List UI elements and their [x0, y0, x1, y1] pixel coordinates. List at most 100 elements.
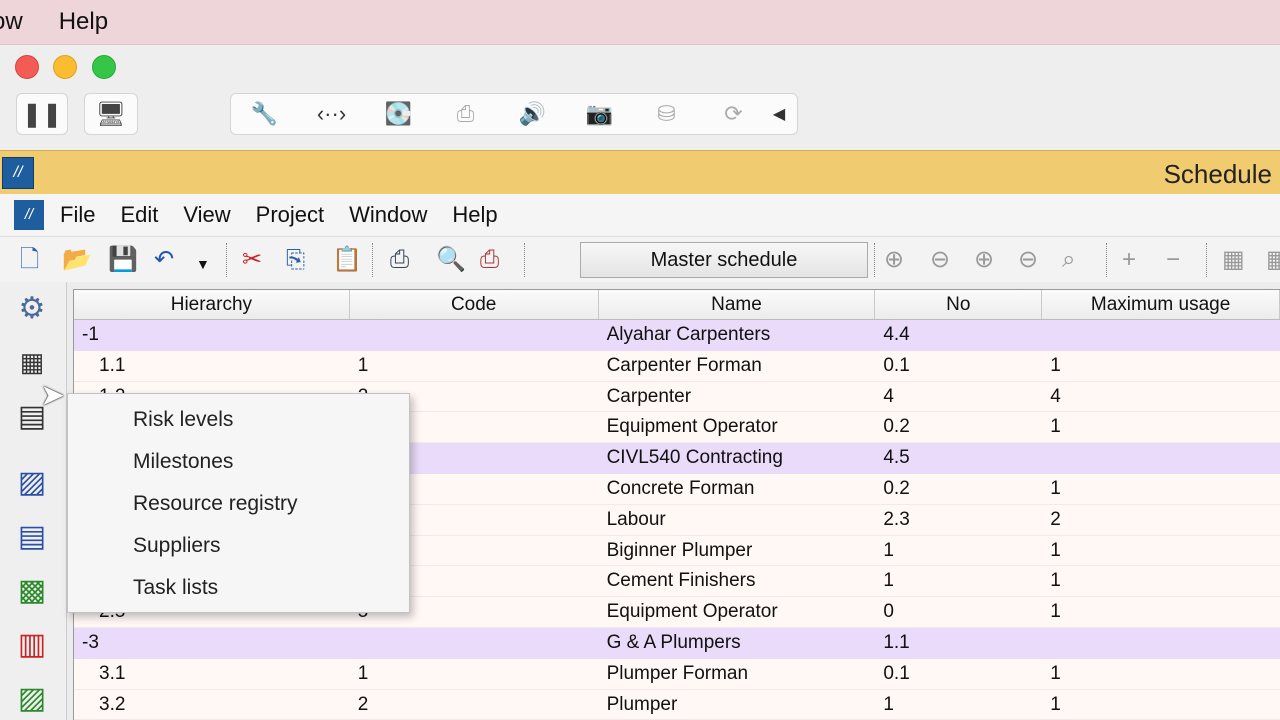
cell-name[interactable]: Plumper Forman — [599, 659, 876, 689]
new-document-icon[interactable]: 🗋 — [20, 245, 39, 275]
cell-maximum-usage[interactable]: 2 — [1042, 505, 1280, 535]
cell-hierarchy[interactable]: -1 — [74, 320, 350, 351]
cell-name[interactable]: Equipment Operator — [599, 412, 876, 442]
zoom-in-time-icon[interactable]: ⊕ — [974, 245, 994, 275]
cell-no[interactable]: 0.2 — [875, 412, 1042, 442]
popup-item-suppliers[interactable]: Suppliers — [133, 534, 221, 558]
cell-no[interactable]: 2.3 — [875, 505, 1042, 535]
menu-file[interactable]: File — [60, 202, 95, 228]
copy-icon[interactable]: ⎘ — [286, 245, 305, 275]
undo-icon[interactable]: ↶ — [154, 245, 174, 275]
menu-edit[interactable]: Edit — [120, 202, 158, 228]
group-row[interactable]: -3 G & A Plumpers 1.1 — [74, 627, 1280, 659]
cell-name[interactable]: Biginner Plumper — [599, 536, 876, 566]
popup-item-task-lists[interactable]: Task lists — [133, 576, 218, 600]
zoom-fit-icon[interactable]: ⌕ — [1062, 245, 1075, 275]
cell-maximum-usage[interactable]: 1 — [1042, 351, 1280, 381]
cell-no[interactable]: 4.4 — [875, 320, 1042, 351]
table-row[interactable]: 3.1 1 Plumper Forman 0.1 1 — [74, 658, 1280, 690]
cell-no[interactable]: 4 — [875, 382, 1042, 412]
cell-hierarchy[interactable]: 3.1 — [74, 659, 350, 689]
printer-disabled-icon[interactable]: ⎙ — [432, 101, 499, 127]
cell-no[interactable]: 0.1 — [875, 351, 1042, 381]
column-header-maximum-usage[interactable]: Maximum usage — [1042, 290, 1280, 319]
cell-no[interactable]: 0.2 — [875, 474, 1042, 504]
cell-hierarchy[interactable]: -3 — [74, 628, 350, 659]
cell-maximum-usage[interactable] — [1042, 320, 1280, 351]
cell-hierarchy[interactable]: 3.2 — [74, 690, 350, 720]
open-folder-icon[interactable]: 📂 — [62, 245, 92, 275]
cell-name[interactable]: Concrete Forman — [599, 474, 876, 504]
histogram-view-icon[interactable]: ▥ — [6, 622, 58, 666]
expand-icon[interactable]: + — [1122, 245, 1136, 275]
usb-disabled-icon[interactable]: ⛁ — [633, 101, 700, 127]
table-row[interactable]: 1.1 1 Carpenter Forman 0.1 1 — [74, 350, 1280, 382]
app-menu-logo-icon[interactable]: // — [14, 200, 44, 230]
cell-name[interactable]: Carpenter Forman — [599, 351, 876, 381]
wrench-icon[interactable]: 🔧 — [231, 101, 298, 127]
undo-dropdown-icon[interactable]: ▼ — [196, 249, 210, 279]
camera-disabled-icon[interactable]: 📷 — [566, 101, 633, 127]
cell-maximum-usage[interactable] — [1042, 443, 1280, 474]
zoom-in-icon[interactable]: ⊕ — [884, 245, 904, 275]
mac-menu-help[interactable]: Help — [59, 8, 108, 36]
save-icon[interactable]: 💾 — [108, 245, 138, 275]
cell-maximum-usage[interactable]: 1 — [1042, 412, 1280, 442]
paste-icon[interactable]: 📋 — [332, 245, 362, 275]
cut-icon[interactable]: ✂ — [242, 245, 262, 275]
cell-code[interactable]: 1 — [350, 659, 599, 689]
cell-no[interactable]: 1 — [875, 566, 1042, 596]
sync-disabled-icon[interactable]: ⟳ — [700, 101, 767, 127]
window-minimize-button[interactable] — [53, 55, 77, 79]
collapse-arrow-icon[interactable]: ◀ — [767, 104, 791, 124]
window-maximize-button[interactable] — [92, 55, 116, 79]
cell-maximum-usage[interactable]: 1 — [1042, 566, 1280, 596]
cell-maximum-usage[interactable] — [1042, 628, 1280, 659]
table-view-icon[interactable]: ▦ — [1222, 245, 1245, 275]
cell-maximum-usage[interactable]: 1 — [1042, 659, 1280, 689]
cell-no[interactable]: 1 — [875, 690, 1042, 720]
network-arrows-icon[interactable]: ‹··› — [298, 101, 365, 127]
cell-name[interactable]: Cement Finishers — [599, 566, 876, 596]
column-header-no[interactable]: No — [875, 290, 1043, 319]
cell-no[interactable]: 0 — [875, 597, 1042, 627]
table-view-2-icon[interactable]: ▦ — [1266, 245, 1280, 275]
column-header-name[interactable]: Name — [599, 290, 876, 319]
cell-name[interactable]: CIVL540 Contracting — [599, 443, 876, 474]
vm-pause-button[interactable]: ❚❚ — [16, 93, 68, 135]
zoom-out-icon[interactable]: ⊖ — [930, 245, 950, 275]
zoom-out-time-icon[interactable]: ⊖ — [1018, 245, 1038, 275]
cell-name[interactable]: G & A Plumpers — [599, 628, 876, 659]
cell-no[interactable]: 0.1 — [875, 659, 1042, 689]
print-setup-icon[interactable]: ⎙ — [480, 245, 499, 275]
popup-item-milestones[interactable]: Milestones — [133, 450, 233, 474]
column-header-code[interactable]: Code — [350, 290, 599, 319]
color-grid-view-icon[interactable]: ▩ — [6, 568, 58, 612]
collapse-icon[interactable]: − — [1166, 245, 1180, 275]
cell-name[interactable]: Plumper — [599, 690, 876, 720]
cell-maximum-usage[interactable]: 1 — [1042, 690, 1280, 720]
popup-item-resource-registry[interactable]: Resource registry — [133, 492, 298, 516]
popup-item-risk-levels[interactable]: Risk levels — [133, 408, 233, 432]
cell-name[interactable]: Labour — [599, 505, 876, 535]
cell-no[interactable]: 4.5 — [875, 443, 1042, 474]
cell-code[interactable] — [350, 628, 599, 659]
line-chart-view-icon[interactable]: ▨ — [6, 460, 58, 504]
cell-no[interactable]: 1.1 — [875, 628, 1042, 659]
cell-hierarchy[interactable]: 1.1 — [74, 351, 350, 381]
settings-gear-icon[interactable]: ⚙ — [6, 286, 58, 330]
column-header-hierarchy[interactable]: Hierarchy — [74, 290, 350, 319]
cell-code[interactable]: 2 — [350, 690, 599, 720]
menu-help[interactable]: Help — [452, 202, 497, 228]
curve-chart-view-icon[interactable]: ▨ — [6, 676, 58, 720]
cell-maximum-usage[interactable]: 1 — [1042, 474, 1280, 504]
gantt-view-icon[interactable]: ▤ — [6, 514, 58, 558]
window-close-button[interactable] — [15, 55, 39, 79]
master-schedule-button[interactable]: Master schedule — [580, 242, 868, 278]
cell-name[interactable]: Alyahar Carpenters — [599, 320, 876, 351]
print-icon[interactable]: ⎙ — [390, 245, 409, 275]
cell-code[interactable] — [350, 320, 599, 351]
cell-name[interactable]: Equipment Operator — [599, 597, 876, 627]
menu-window[interactable]: Window — [349, 202, 427, 228]
menu-project[interactable]: Project — [256, 202, 324, 228]
